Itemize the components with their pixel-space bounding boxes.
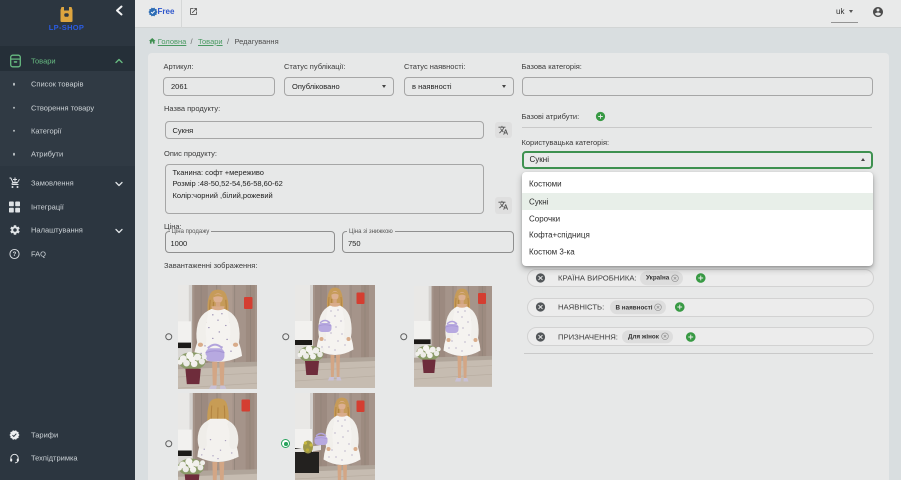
svg-text:?: ? — [13, 252, 17, 258]
